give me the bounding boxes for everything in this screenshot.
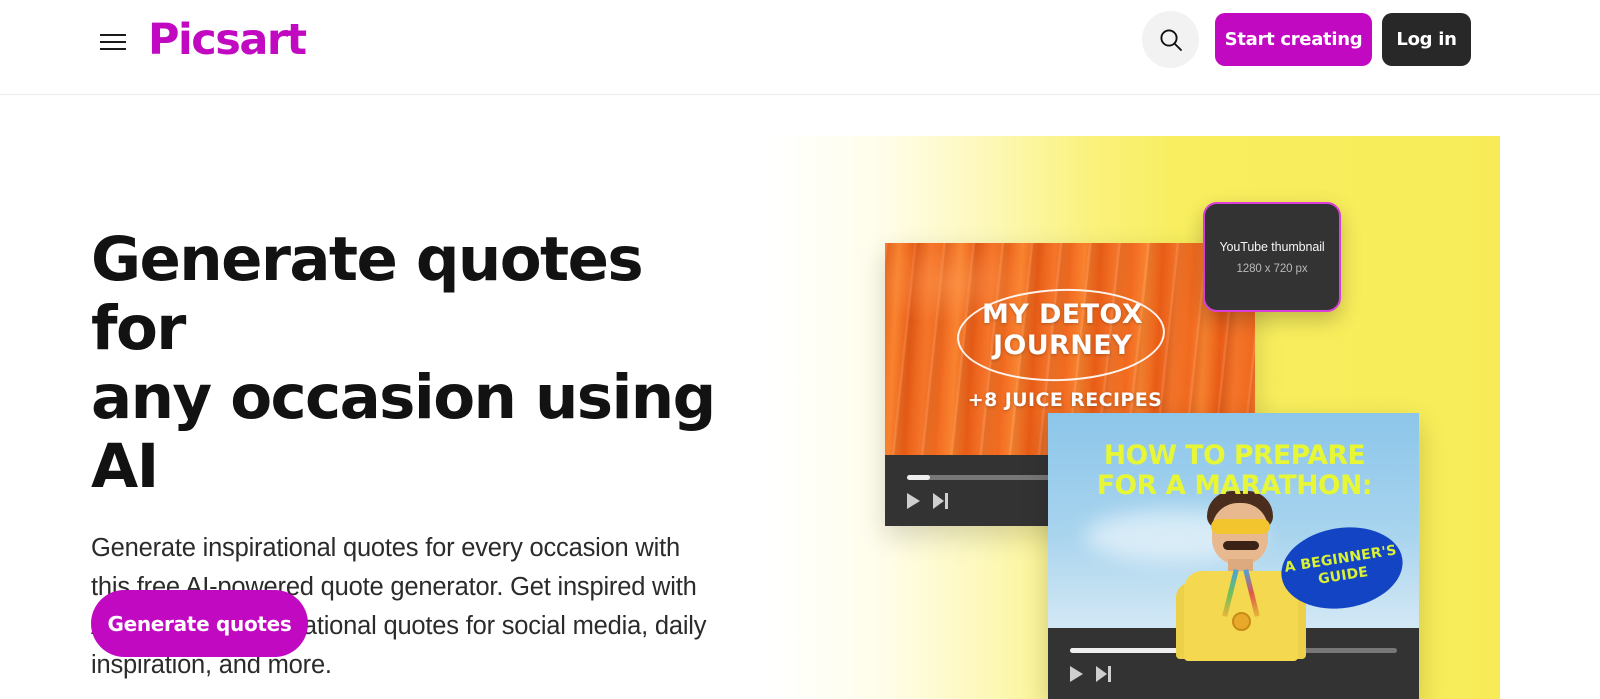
youtube-thumbnail-tooltip: YouTube thumbnail 1280 x 720 px	[1203, 202, 1341, 312]
detox-title-text: MY DETOX JOURNEY	[981, 299, 1144, 361]
start-creating-button[interactable]: Start creating	[1215, 13, 1372, 66]
hero-visual: MY DETOX JOURNEY +8 JUICE RECIPES YouTub…	[770, 136, 1500, 699]
search-icon	[1159, 28, 1182, 51]
hamburger-bar	[100, 41, 126, 43]
player-controls	[1070, 666, 1112, 682]
play-icon[interactable]	[1070, 666, 1083, 682]
marathon-title-text: HOW TO PREPARE FOR A MARATHON:	[1096, 440, 1373, 501]
progress-fill	[907, 475, 930, 480]
hamburger-bar	[100, 34, 126, 36]
picsart-logo[interactable]: Picsart	[148, 17, 307, 63]
tooltip-dimensions: 1280 x 720 px	[1236, 262, 1308, 275]
detox-subtitle-text: +8 JUICE RECIPES	[967, 389, 1163, 411]
medal-icon	[1232, 612, 1251, 631]
player-controls	[907, 493, 949, 509]
hamburger-bar	[100, 48, 126, 50]
page-title: Generate quotes for any occasion using A…	[91, 224, 716, 502]
generate-quotes-button[interactable]: Generate quotes	[91, 590, 308, 657]
badge-label: A BEGINNER'S GUIDE	[1283, 542, 1398, 588]
hamburger-menu-icon[interactable]	[100, 28, 128, 56]
next-track-icon[interactable]	[1096, 666, 1112, 682]
sunglasses-icon	[1211, 519, 1270, 534]
runner-mustache	[1223, 541, 1259, 550]
next-track-icon[interactable]	[933, 493, 949, 509]
login-button[interactable]: Log in	[1382, 13, 1471, 66]
marathon-thumbnail-card[interactable]: HOW TO PREPARE FOR A MARATHON: A BEGINNE…	[1048, 413, 1419, 699]
site-header: Picsart Start creating Log in	[0, 0, 1600, 95]
hero-text-column: Generate quotes for any occasion using A…	[91, 225, 751, 685]
play-icon[interactable]	[907, 493, 920, 509]
tooltip-title: YouTube thumbnail	[1219, 239, 1325, 254]
search-button[interactable]	[1142, 11, 1199, 68]
runner-face	[1212, 503, 1268, 565]
